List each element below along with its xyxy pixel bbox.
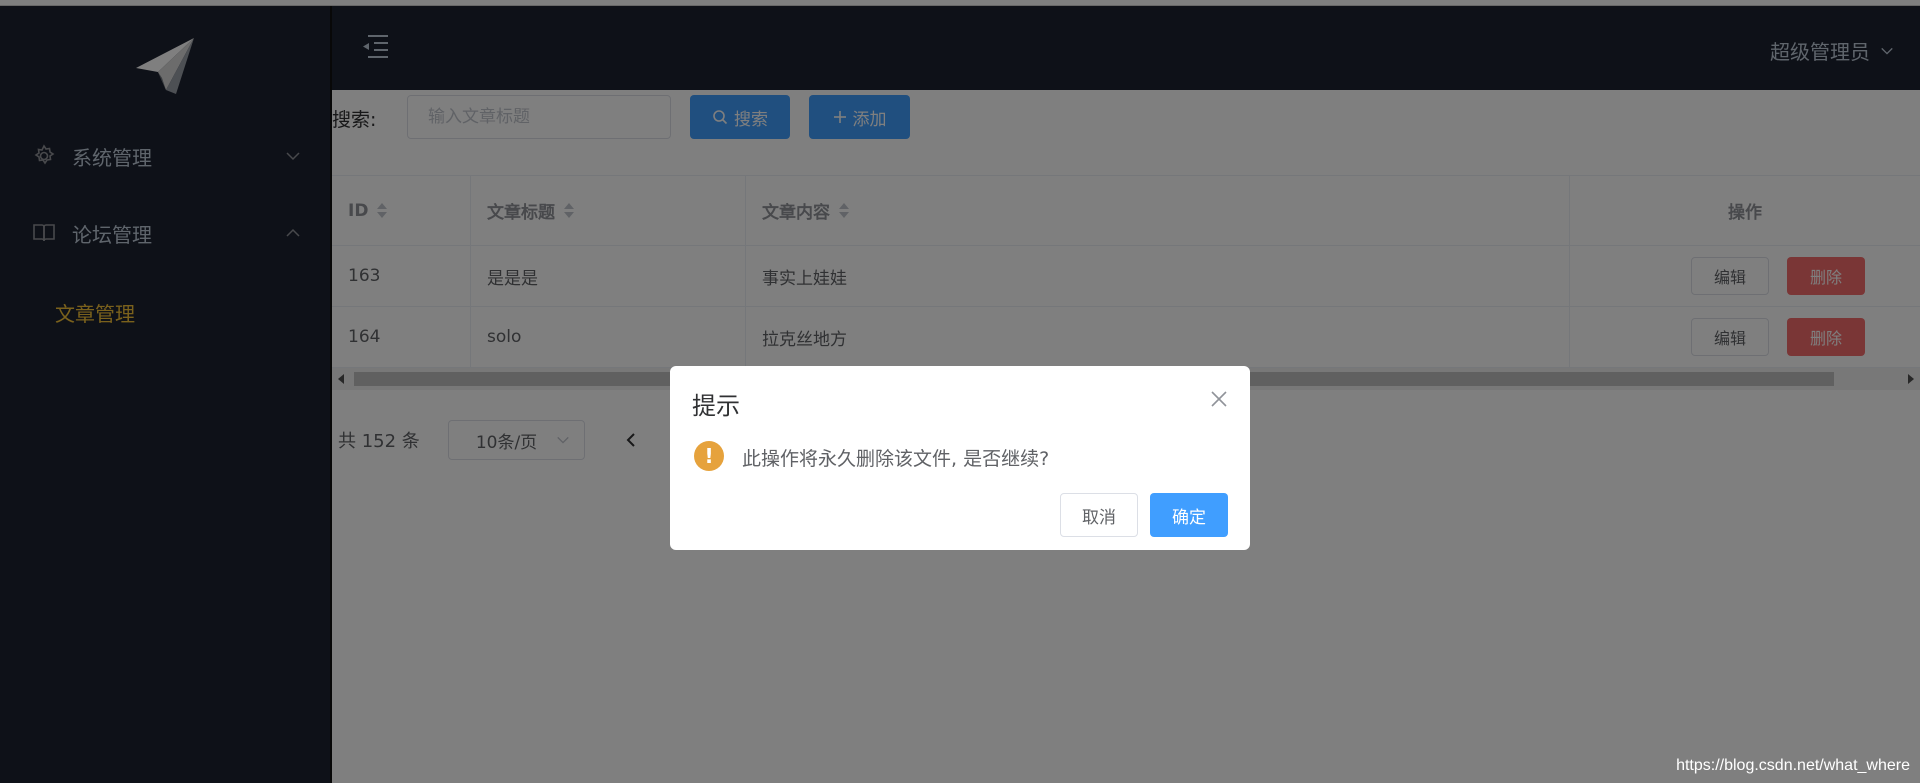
- dialog-message: 此操作将永久删除该文件, 是否继续?: [742, 448, 1050, 470]
- dialog-title: 提示: [692, 392, 740, 420]
- warning-icon: !: [694, 441, 724, 471]
- cancel-button[interactable]: 取消: [1060, 493, 1138, 537]
- watermark-url: https://blog.csdn.net/what_where: [1676, 757, 1910, 774]
- confirm-button[interactable]: 确定: [1150, 493, 1228, 537]
- confirm-dialog: 提示 ! 此操作将永久删除该文件, 是否继续? 取消 确定: [670, 366, 1250, 550]
- close-icon[interactable]: [1210, 390, 1228, 408]
